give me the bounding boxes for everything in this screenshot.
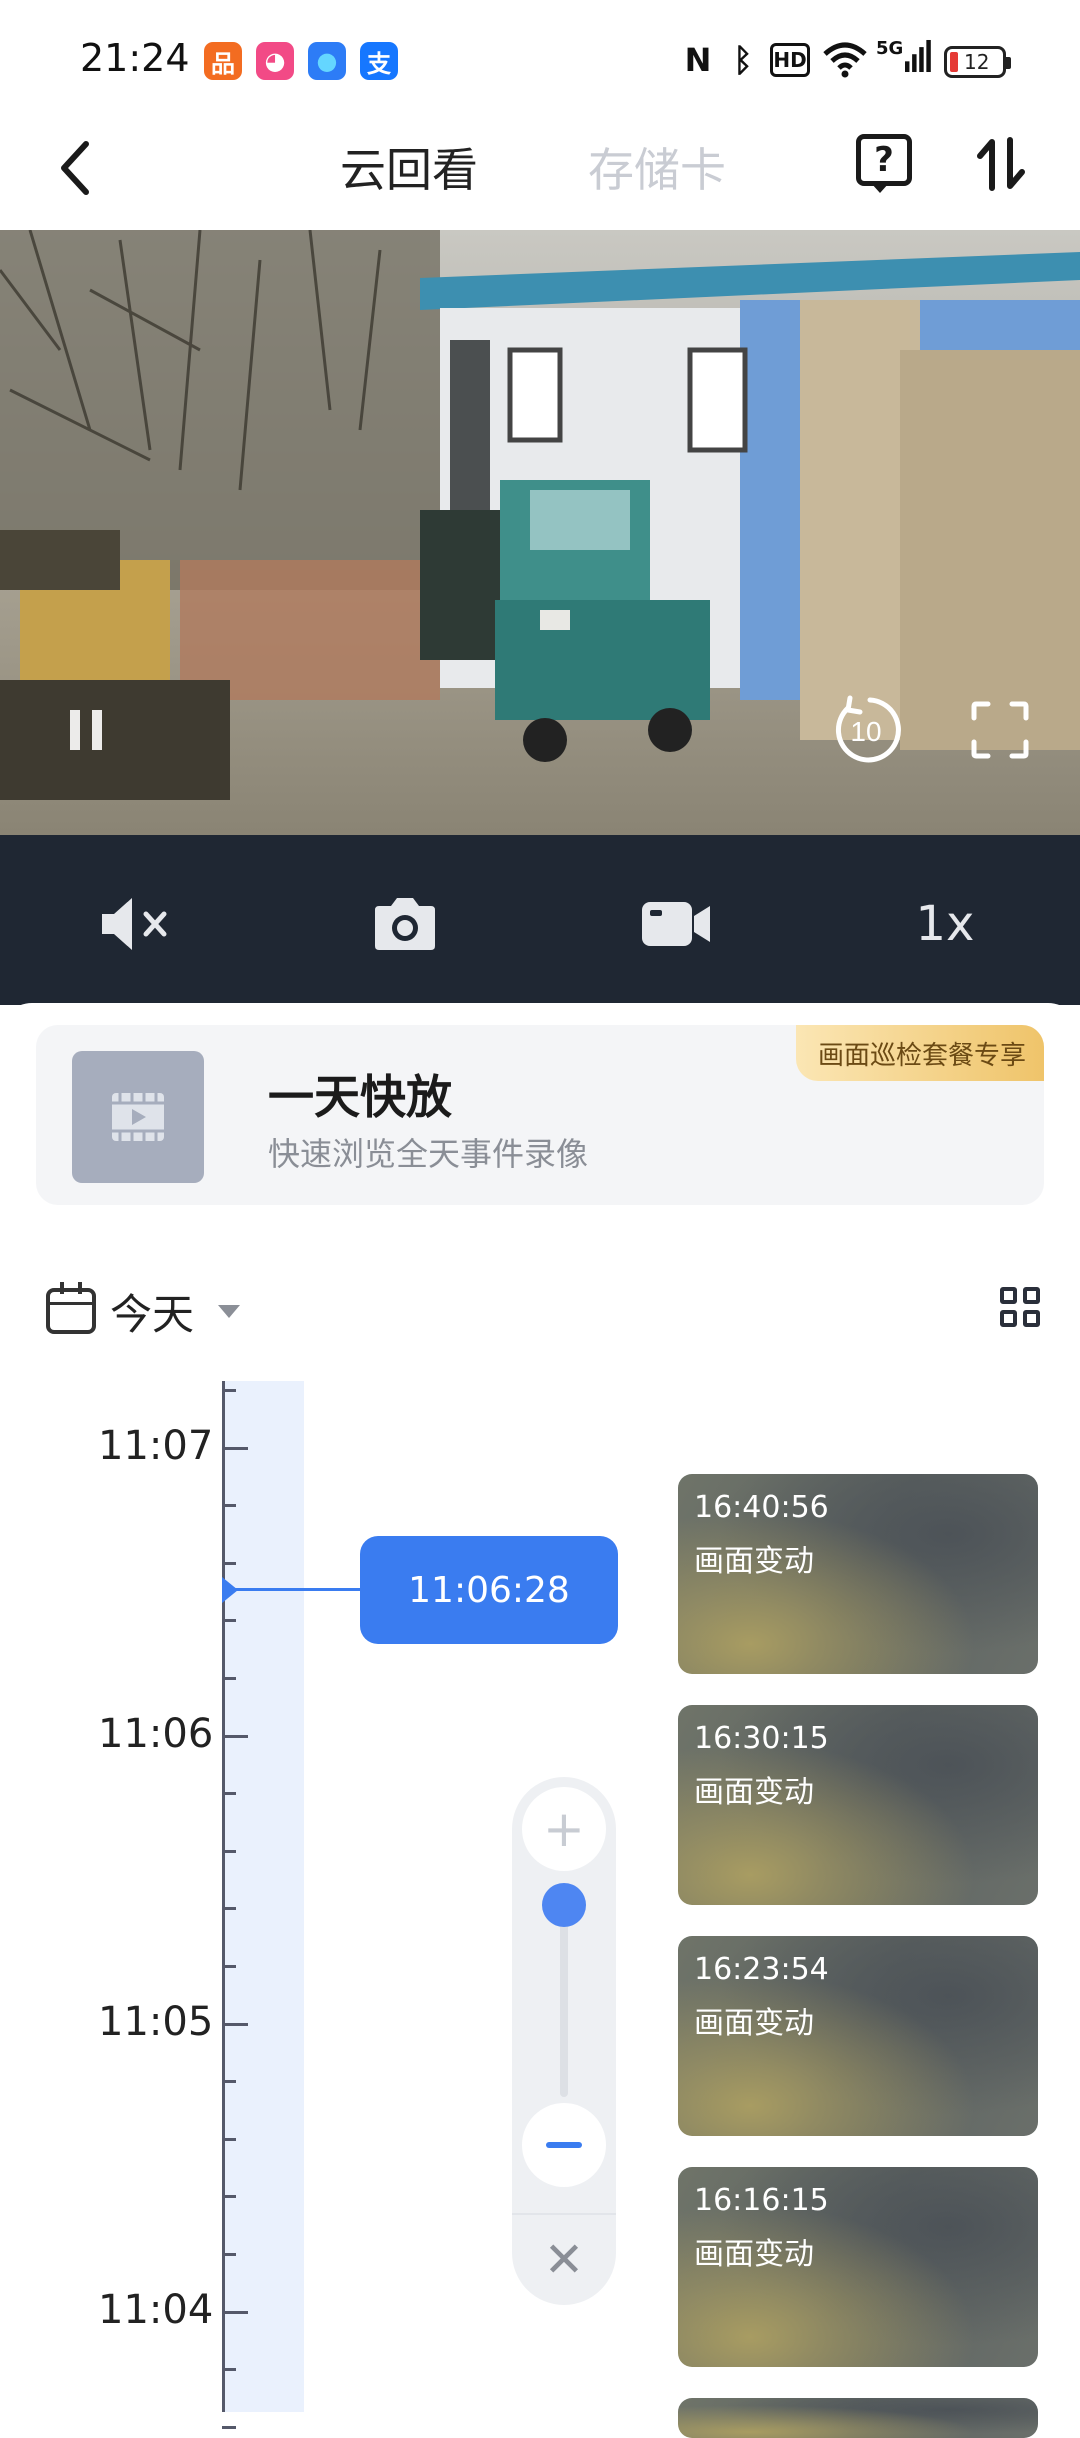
top-nav: 云回看 存储卡 ? <box>0 120 1080 230</box>
timeline-minor-tick <box>222 1907 236 1911</box>
zoom-control: + ✕ <box>512 1777 616 2305</box>
timeline-major-tick <box>222 2022 248 2026</box>
app-pink-icon: ◕ <box>256 42 294 80</box>
playhead-marker[interactable] <box>222 1577 238 1603</box>
event-time: 16:30:15 <box>694 1721 829 1756</box>
back-button[interactable] <box>50 128 120 208</box>
sort-arrows-icon <box>977 137 1025 191</box>
player-control-bar: 1x <box>0 835 1080 1005</box>
event-time: 16:16:15 <box>694 2183 829 2218</box>
timeline-minor-tick <box>222 1965 236 1968</box>
event-card[interactable]: 16:16:15 画面变动 <box>678 2167 1038 2367</box>
camera-icon <box>375 898 435 950</box>
zoom-in-button[interactable]: + <box>522 1787 606 1871</box>
time-label: 11:07 <box>98 1423 214 1469</box>
time-label: 11:04 <box>98 2287 214 2333</box>
wifi-icon <box>822 38 868 82</box>
zoom-out-button[interactable] <box>522 2103 606 2187</box>
nfc-icon: N <box>684 41 712 79</box>
playback-speed-button[interactable]: 1x <box>900 889 990 959</box>
status-time: 21:24 <box>80 36 190 80</box>
zoom-close-button[interactable]: ✕ <box>512 2213 616 2305</box>
event-card[interactable]: 16:40:56 画面变动 <box>678 1474 1038 1674</box>
screenshot-button[interactable] <box>370 889 440 959</box>
tab-sd-card[interactable]: 存储卡 <box>588 134 726 200</box>
fullscreen-icon <box>971 701 1029 759</box>
zoom-slider-knob[interactable] <box>542 1883 586 1927</box>
timeline-major-tick <box>222 2310 248 2314</box>
battery-icon: 12 <box>944 46 1011 78</box>
pause-button[interactable] <box>70 710 102 750</box>
timeline-track <box>222 1381 304 2412</box>
date-selector[interactable]: 今天 <box>46 1281 241 1341</box>
record-button[interactable] <box>636 889 716 959</box>
battery-level: 12 <box>964 50 990 74</box>
calendar-icon <box>46 1282 96 1334</box>
timeline-axis <box>222 1381 225 2412</box>
playhead-line <box>224 1588 360 1591</box>
quick-play-title: 一天快放 <box>268 1070 452 1124</box>
dropdown-caret-icon <box>218 1304 241 1318</box>
timeline-minor-tick <box>222 2195 236 2199</box>
quick-play-subtitle: 快速浏览全天事件录像 <box>268 1135 589 1173</box>
premium-badge: 画面巡检套餐专享 <box>795 1025 1044 1081</box>
hd-icon: HD <box>770 43 810 77</box>
status-bar: 21:24 品 ◕ ● 支 N ᛒ HD 5G 12 <box>0 0 1080 120</box>
app-orange-icon: 品 <box>204 42 242 80</box>
alipay-icon: 支 <box>360 42 398 80</box>
time-label: 11:05 <box>98 1999 214 2045</box>
rewind-seconds-label: 10 <box>850 716 881 747</box>
timeline-minor-tick <box>222 1389 236 1392</box>
video-file-icon <box>72 1051 204 1183</box>
event-card[interactable]: 16:30:15 画面变动 <box>678 1705 1038 1905</box>
timeline-minor-tick <box>222 1561 236 1565</box>
network-type-label: 5G <box>876 38 904 59</box>
timeline-minor-tick <box>222 1504 236 1508</box>
timeline-minor-tick <box>222 1792 236 1796</box>
signal-5g-icon: 5G <box>876 38 932 82</box>
grid-view-button[interactable] <box>1000 1287 1040 1327</box>
time-label: 11:06 <box>98 1711 214 1757</box>
event-time: 16:40:56 <box>694 1490 829 1525</box>
event-time: 16:23:54 <box>694 1952 829 1987</box>
timeline-major-tick <box>222 1734 248 1738</box>
speaker-muted-icon <box>102 898 167 950</box>
help-button[interactable]: ? <box>856 134 912 193</box>
timeline-minor-tick <box>222 2425 236 2429</box>
event-card[interactable]: 16:23:54 画面变动 <box>678 1936 1038 2136</box>
timeline-minor-tick <box>222 1849 236 1853</box>
playhead-time: 11:06:28 <box>360 1536 618 1644</box>
tab-cloud-playback[interactable]: 云回看 <box>340 134 478 200</box>
event-description: 画面变动 <box>694 1544 814 1579</box>
timeline-minor-tick <box>222 1619 236 1623</box>
bluetooth-icon: ᛒ <box>733 41 753 79</box>
question-icon: ? <box>874 140 894 180</box>
timeline-minor-tick <box>222 2080 236 2084</box>
event-description: 画面变动 <box>694 2006 814 2041</box>
app-blue-drop-icon: ● <box>308 42 346 80</box>
playback-sheet: 一天快放 快速浏览全天事件录像 画面巡检套餐专享 今天 11:07 11:06 … <box>0 1003 1080 2438</box>
sort-button[interactable] <box>976 134 1026 194</box>
event-description: 画面变动 <box>694 2237 814 2272</box>
timeline-minor-tick <box>222 2368 236 2372</box>
fullscreen-button[interactable] <box>970 700 1030 760</box>
timeline-major-tick <box>222 1446 248 1450</box>
rewind-10s-button[interactable]: 10 <box>830 694 902 766</box>
camera-frame-image <box>0 230 1080 835</box>
timeline-minor-tick <box>222 1677 236 1680</box>
timeline[interactable]: 11:07 11:06 11:05 11:04 11:06:28 + ✕ 16:… <box>0 1381 1080 2438</box>
rewind-icon: 10 <box>836 695 901 763</box>
video-player[interactable]: 10 <box>0 230 1080 835</box>
timeline-minor-tick <box>222 2253 236 2256</box>
minus-icon <box>546 2142 582 2148</box>
mute-button[interactable] <box>96 889 176 959</box>
event-card-partial[interactable] <box>678 2398 1038 2438</box>
date-label: 今天 <box>110 1289 195 1339</box>
timeline-minor-tick <box>222 2137 236 2141</box>
quick-play-card[interactable]: 一天快放 快速浏览全天事件录像 画面巡检套餐专享 <box>36 1025 1044 1205</box>
video-camera-icon <box>642 902 710 946</box>
event-description: 画面变动 <box>694 1775 814 1810</box>
